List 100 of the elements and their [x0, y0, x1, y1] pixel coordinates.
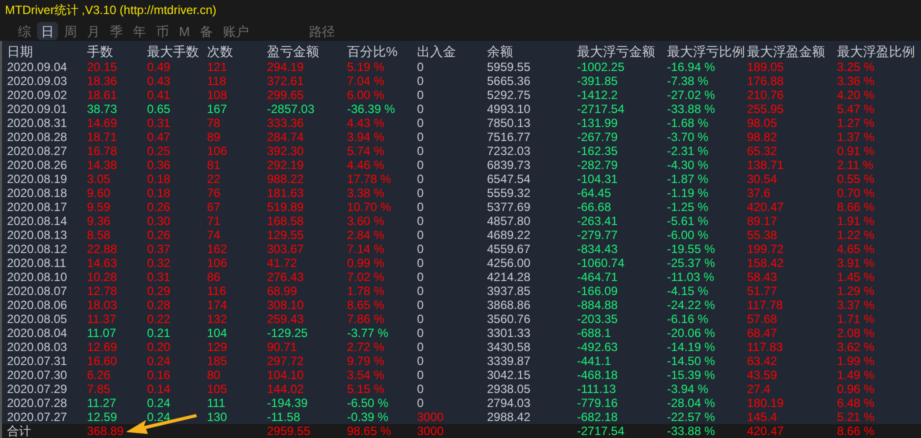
table-cell-text: 0.30 [147, 214, 172, 228]
table-cell-text: 2020.08.14 [7, 214, 68, 228]
tab[interactable]: M [175, 22, 194, 40]
tab[interactable]: 备 [196, 22, 217, 40]
table-cell-text: 0.41 [147, 88, 172, 102]
table-cell-text: 2020.07.28 [7, 396, 68, 410]
table-cell-text: -682.18 [577, 410, 619, 424]
table-cell-text: -1.19 % [667, 186, 710, 200]
table-cell-text: 9.79 % [347, 354, 386, 368]
table-cell-text: 174 [207, 298, 228, 312]
table-cell-text: 8.58 [87, 228, 112, 242]
table-cell-text: 1.37 % [837, 130, 876, 144]
table-cell-text: 180.19 [747, 396, 785, 410]
table-cell-text: 3301.33 [487, 326, 532, 340]
table-cell-text: 2020.08.05 [7, 312, 68, 326]
table-cell-text: 0.21 [147, 326, 172, 340]
table-cell-text: 308.10 [267, 298, 305, 312]
table-cell-text: 185 [207, 354, 228, 368]
table-cell-text: -834.43 [577, 242, 619, 256]
table-cell-text: 2020.08.13 [7, 228, 68, 242]
table-cell-text: 2020.07.30 [7, 368, 68, 382]
table-cell-text: 368.89 [87, 424, 125, 438]
table-cell-text: 106 [207, 256, 228, 270]
column-header: 百分比% [347, 44, 399, 60]
table-cell-text: 14.63 [87, 256, 118, 270]
table-cell-text: 7516.77 [487, 130, 532, 144]
table-cell-text: 5959.55 [487, 60, 532, 74]
table-cell-text: 5559.32 [487, 186, 532, 200]
table-cell-text: 0.24 [147, 396, 172, 410]
table-cell-text: 2020.08.07 [7, 284, 68, 298]
table-cell-text: -194.39 [267, 396, 309, 410]
tab[interactable]: 季 [106, 22, 127, 40]
table-cell-text: -16.94 % [667, 60, 716, 74]
table-cell-text: 0 [417, 88, 425, 102]
table-cell-text: 7.14 % [347, 242, 386, 256]
table-cell-text: 81 [207, 158, 222, 172]
table-cell-text: 2.08 % [837, 326, 876, 340]
table-cell-text: 4.43 % [347, 116, 386, 130]
table-cell-text: 0.16 [147, 368, 172, 382]
column-header: 出入金 [417, 44, 457, 60]
table-cell-text: 9.59 [87, 200, 112, 214]
table-cell-text: 12.78 [87, 284, 118, 298]
tab[interactable]: 月 [83, 22, 104, 40]
table-cell-text: 57.68 [747, 312, 778, 326]
tab[interactable]: 日 [37, 22, 58, 40]
tab[interactable]: 路径 [304, 22, 339, 40]
table-cell-text: 199.72 [747, 242, 785, 256]
table-cell-text: 16.60 [87, 354, 118, 368]
table-cell-text: 22.88 [87, 242, 118, 256]
table-cell-text: -468.18 [577, 368, 619, 382]
table-cell-text: 2794.03 [487, 396, 532, 410]
table-cell-text: 6.48 % [837, 396, 876, 410]
table-cell-text: -2717.54 [577, 424, 626, 438]
table-cell-text: 2020.08.19 [7, 172, 68, 186]
table-cell-text: -14.50 % [667, 354, 716, 368]
table-cell-text: -131.99 [577, 116, 619, 130]
table-cell-text: -2717.54 [577, 102, 626, 116]
table-cell-text: 1.29 % [837, 284, 876, 298]
table-cell-text: -1.25 % [667, 200, 710, 214]
table-cell-text: -263.41 [577, 214, 619, 228]
table-cell-text: 2020.07.31 [7, 354, 68, 368]
table-cell-text: 16.78 [87, 144, 118, 158]
table-cell-text: 7.86 % [347, 312, 386, 326]
table-cell-text: -1.68 % [667, 116, 710, 130]
table-cell-text: 1.22 % [837, 228, 876, 242]
table-cell-text: -3.94 % [667, 382, 710, 396]
table-cell-text: 0 [417, 144, 425, 158]
table-cell-text: 276.43 [267, 270, 305, 284]
table-cell-text: 3.25 % [837, 60, 876, 74]
tab[interactable]: 综 [14, 22, 35, 40]
table-cell-text: 130 [207, 410, 228, 424]
column-header: 手数 [87, 44, 114, 60]
table-cell-text: -33.88 % [667, 424, 716, 438]
table-cell-text: 2020.09.02 [7, 88, 68, 102]
table-cell-text: 10.70 % [347, 200, 392, 214]
table-cell-text: 0 [417, 326, 425, 340]
table-cell-text: 2020.08.27 [7, 144, 68, 158]
table-cell-text: 12.69 [87, 340, 118, 354]
table-cell-text: 51.77 [747, 284, 778, 298]
tab[interactable]: 账户 [218, 22, 253, 40]
table-cell-text: 0 [417, 298, 425, 312]
tab[interactable]: 周 [60, 22, 81, 40]
tab[interactable]: 年 [129, 22, 150, 40]
table-cell-text: -282.79 [577, 158, 619, 172]
table-cell-text: 78 [207, 116, 222, 130]
table-cell-text: 0.99 % [347, 256, 386, 270]
table-cell-text: -1002.25 [577, 60, 626, 74]
tab[interactable]: 币 [152, 22, 173, 40]
table-cell-text: 0 [417, 116, 425, 130]
table-cell-text: 2020.08.17 [7, 200, 68, 214]
table-cell-text: -11.58 [267, 410, 302, 424]
table-cell-text: 9.60 [87, 186, 112, 200]
table-cell-text: 255.95 [747, 102, 785, 116]
table-cell-text: 132 [207, 312, 228, 326]
table-cell-text: 0.22 [147, 312, 172, 326]
table-cell-text: 63.42 [747, 354, 778, 368]
table-cell-text: 0 [417, 102, 425, 116]
table-cell-text: 1.99 % [837, 354, 876, 368]
table-cell-text: 17.78 % [347, 172, 392, 186]
table-cell-text: 0.49 [147, 60, 172, 74]
